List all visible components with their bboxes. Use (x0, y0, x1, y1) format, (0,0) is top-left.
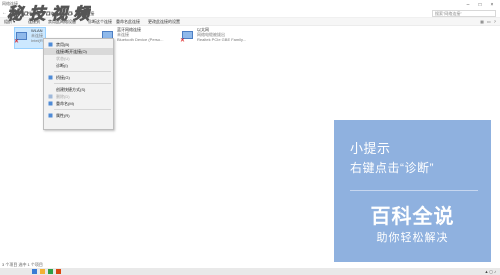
minimize-button[interactable]: – (462, 0, 474, 9)
menu-item-create-shortcut[interactable]: 创建快捷方式(S) (44, 86, 113, 93)
adapter-device: Realtek PCIe GBE Family... (197, 37, 247, 42)
disconnected-icon: ✕ (180, 38, 186, 44)
shield-icon (48, 42, 53, 47)
divider (350, 190, 478, 191)
help-icon[interactable]: ? (494, 19, 496, 24)
menu-item-properties[interactable]: 属性(R) (44, 112, 113, 119)
app-icon[interactable] (56, 269, 61, 274)
watermark-logo: 秘·技·视·频 (7, 4, 91, 24)
menu-item-bridge[interactable]: 桥接(G) (44, 74, 113, 81)
tip-text: 右键点击“诊断” (350, 161, 434, 175)
adapter-ethernet[interactable]: ✕ 以太网 网络电缆被拔出 Realtek PCIe GBE Family... (180, 27, 261, 49)
taskbar-apps (32, 269, 61, 274)
disconnected-icon: ✕ (14, 39, 20, 45)
change-settings-button[interactable]: 更改此连接的设置 (148, 19, 180, 25)
view-icon[interactable]: ▦ (480, 19, 484, 24)
brand-name: 百科全说 (370, 206, 455, 228)
system-tray[interactable]: ▲ ◻ ♪ (484, 269, 496, 274)
menu-separator (54, 71, 111, 72)
adapter-device: Bluetooth Device (Perso... (117, 37, 164, 42)
menu-separator (54, 83, 111, 84)
window-controls: – □ × (462, 0, 498, 9)
adapter-wlan[interactable]: ✕ WLAN 未连接 Intel(R) Dual Band Wireless..… (14, 27, 84, 49)
app-icon[interactable] (32, 269, 37, 274)
rename-button[interactable]: 重命名此连接 (116, 19, 140, 25)
menu-item-connect-disconnect[interactable]: 连接/断开连接(O) (44, 48, 113, 55)
app-icon[interactable] (48, 269, 53, 274)
menu-item-status[interactable]: 状态(U) (44, 55, 113, 62)
menu-item-rename[interactable]: 重命名(M) (44, 100, 113, 107)
folder-icon[interactable] (40, 269, 45, 274)
svg-text:秘·技·视·频: 秘·技·视·频 (7, 4, 91, 23)
shield-icon (48, 113, 53, 118)
brand-slogan: 助你轻松解决 (376, 232, 449, 244)
taskbar: ▲ ◻ ♪ (0, 268, 500, 275)
shield-icon (48, 75, 53, 80)
tip-card: 小提示 右键点击“诊断” 百科全说 助你轻松解决 (334, 120, 491, 262)
menu-item-diagnose[interactable]: 诊断(I) (44, 62, 113, 69)
close-button[interactable]: × (486, 0, 498, 9)
view-options: ▦ ▭ ? (480, 19, 496, 24)
menu-item-delete[interactable]: 删除(D) (44, 93, 113, 100)
diagnose-button[interactable]: 诊断这个连接 (88, 19, 112, 25)
context-menu: 禁用(B) 连接/断开连接(O) 状态(U) 诊断(I) 桥接(G) 创建快捷方… (43, 38, 114, 130)
adapter-info: 以太网 网络电缆被拔出 Realtek PCIe GBE Family... (197, 27, 246, 42)
tip-title: 小提示 (350, 141, 391, 156)
shield-icon (48, 94, 53, 99)
search-input[interactable]: 搜索"网络连接" (432, 10, 496, 17)
shield-icon (48, 101, 53, 106)
menu-separator (54, 109, 111, 110)
adapter-info: 蓝牙网络连接 未连接 Bluetooth Device (Perso... (117, 27, 163, 42)
maximize-button[interactable]: □ (474, 0, 486, 9)
menu-item-disable[interactable]: 禁用(B) (44, 41, 113, 48)
preview-pane-icon[interactable]: ▭ (487, 19, 491, 24)
